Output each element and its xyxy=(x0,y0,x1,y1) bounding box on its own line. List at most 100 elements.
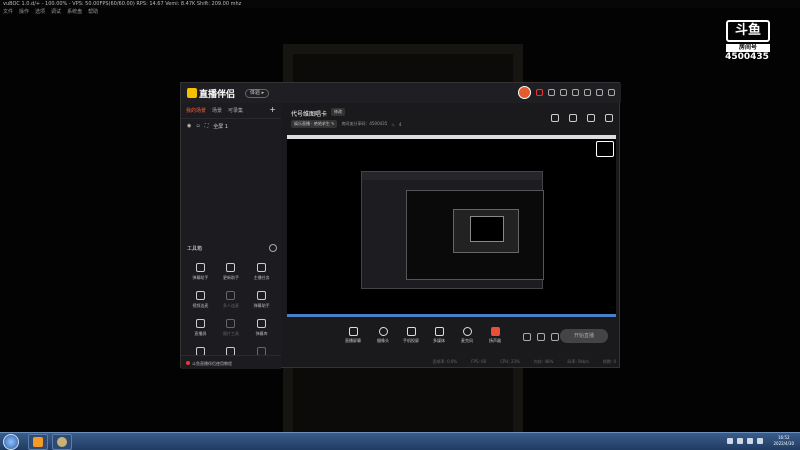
tool-item[interactable]: 弹幕库 xyxy=(246,319,277,337)
stream-preview[interactable] xyxy=(287,135,616,317)
control-label: 摄像头 xyxy=(377,338,389,343)
tray-flag-icon[interactable] xyxy=(727,438,734,444)
media-button[interactable]: 多媒体 xyxy=(427,327,451,344)
room-title: 代号维图唱卡 xyxy=(291,111,328,118)
sidebar: 我的场景 场景 可录集 + ◉ ▫ ⛶ 全屏 1 工具箱 弹幕助手 更新助手 主… xyxy=(181,103,281,369)
eye-icon[interactable]: ◉ xyxy=(187,123,191,130)
scene-tabs: 我的场景 场景 可录集 + xyxy=(181,103,281,119)
minimize-icon[interactable] xyxy=(584,89,591,96)
tool-label: 弹幕助手 xyxy=(253,303,270,308)
clock[interactable]: 16:52 2022/4/30 xyxy=(773,435,794,447)
tool-item[interactable]: 弹幕助手 xyxy=(185,263,216,281)
tool-item[interactable]: 多人连麦 xyxy=(216,291,247,309)
tool-icon xyxy=(195,263,205,272)
phone-cast-button[interactable]: 手机投屏 xyxy=(399,327,423,344)
message-icon[interactable] xyxy=(548,89,555,96)
tray-app-icon[interactable] xyxy=(757,438,764,444)
version-pill[interactable]: 体验 ▸ xyxy=(245,89,270,98)
taskbar: 16:52 2022/4/30 xyxy=(0,432,800,450)
play-icon xyxy=(434,327,444,336)
menu-item-file[interactable]: 文件 xyxy=(3,8,13,16)
tutorial-link[interactable]: 斗鱼直播伴侣使用教程 xyxy=(181,355,281,369)
scene-label: 全屏 1 xyxy=(213,124,229,130)
skin-icon[interactable] xyxy=(560,89,567,96)
settings-icon[interactable] xyxy=(551,333,559,341)
app-brand: 直播伴侣 xyxy=(187,87,235,100)
menu-item-system[interactable]: 系统盘 xyxy=(67,8,82,16)
menu-item-help[interactable]: 帮助 xyxy=(88,8,98,16)
speaker-icon xyxy=(490,327,500,336)
screen: vuBOC 1.0.d/+ - 100.00% - VPS: 50.00FPS(… xyxy=(0,0,800,450)
control-label: 扬声器 xyxy=(489,338,501,343)
image-icon[interactable] xyxy=(587,114,595,122)
tool-label: 图片工具 xyxy=(222,331,239,336)
control-label: 多媒体 xyxy=(433,338,445,343)
fans-count: 4 xyxy=(398,121,402,127)
gift-icon[interactable] xyxy=(536,89,543,96)
main-panel: 代号维图唱卡 修改 娱乐直播 · 绝地求生 ✎ 房间加分享码：4500435 ♨… xyxy=(281,103,621,369)
edit-room-button[interactable]: 修改 xyxy=(331,108,345,116)
start-live-button[interactable]: 开始直播 xyxy=(560,329,608,343)
tool-item[interactable]: 直播屏 xyxy=(185,319,216,337)
screen-capture-button[interactable]: 直播屏幕 xyxy=(341,327,365,344)
tab-scenes[interactable]: 场景 xyxy=(212,107,222,114)
status-fps: FPS: 60 xyxy=(471,359,487,364)
tray-volume-icon[interactable] xyxy=(747,438,754,444)
close-icon[interactable] xyxy=(608,89,615,96)
gift-box-icon[interactable] xyxy=(551,114,559,122)
tool-item[interactable]: 主播任务 xyxy=(246,263,277,281)
control-label: 手机投屏 xyxy=(403,338,419,343)
camera-button[interactable]: 摄像头 xyxy=(371,327,395,344)
speaker-button[interactable]: 扬声器 xyxy=(483,327,507,344)
header-actions xyxy=(518,86,615,99)
tutorial-label: 斗鱼直播伴侣使用教程 xyxy=(192,361,232,366)
microphone-button[interactable]: 麦克风 xyxy=(455,327,479,344)
toolbox-more-icon[interactable] xyxy=(269,244,277,252)
share-icon[interactable] xyxy=(605,114,613,122)
scene-item[interactable]: ◉ ▫ ⛶ 全屏 1 xyxy=(181,119,281,134)
tool-icon xyxy=(226,291,236,300)
phone-icon xyxy=(406,327,416,336)
monitor-icon xyxy=(348,327,358,336)
taskbar-app-streaming[interactable] xyxy=(28,434,48,450)
category-tag[interactable]: 娱乐直播 · 绝地求生 ✎ xyxy=(291,120,338,128)
menu-item-options[interactable]: 选项 xyxy=(35,8,45,16)
status-bitrate: 码率: 0kb/s xyxy=(567,359,589,364)
tab-recordings[interactable]: 可录集 xyxy=(228,107,243,114)
fullscreen-icon: ⛶ xyxy=(204,123,209,129)
watermark-room-id: 4500435 xyxy=(725,52,769,62)
streaming-app-window: 直播伴侣 体验 ▸ 我的场景 场景 可录集 + ◉ ▫ ⛶ 全屏 1 工具箱 弹… xyxy=(180,82,621,369)
maximize-icon[interactable] xyxy=(596,89,603,96)
tool-label: 直播屏 xyxy=(194,331,207,336)
watermark-logo: 斗鱼 房间号 4500435 xyxy=(725,20,770,62)
tray-network-icon[interactable] xyxy=(737,438,744,444)
effects-icon[interactable] xyxy=(537,333,545,341)
tool-item[interactable]: 更新助手 xyxy=(216,263,247,281)
menu-item-action[interactable]: 操作 xyxy=(19,8,29,16)
record-icon[interactable] xyxy=(523,333,531,341)
tool-label: 视频连麦 xyxy=(192,303,209,308)
status-cpu: CPU: 23% xyxy=(500,359,520,364)
tool-icon xyxy=(195,319,205,328)
app-header: 直播伴侣 体验 ▸ xyxy=(181,83,621,103)
source-controls: 直播屏幕 摄像头 手机投屏 多媒体 麦克风 扬声器 开始直播 xyxy=(287,325,616,351)
start-button[interactable] xyxy=(3,434,19,450)
lock-icon[interactable] xyxy=(569,114,577,122)
room-code: 房间加分享码：4500435 xyxy=(341,121,388,126)
preview-watermark xyxy=(596,141,614,157)
menu-item-debug[interactable]: 调试 xyxy=(51,8,61,16)
status-drop-rate: 丢帧率: 0.0% xyxy=(432,359,458,364)
tool-item[interactable]: 图片工具 xyxy=(216,319,247,337)
tool-item[interactable]: 视频连麦 xyxy=(185,291,216,309)
system-tray: 16:52 2022/4/30 xyxy=(727,435,794,447)
tab-my-scenes[interactable]: 我的场景 xyxy=(186,107,206,114)
status-bar: 丢帧率: 0.0% FPS: 60 CPU: 23% 内存: 48% 码率: 0… xyxy=(287,359,616,365)
tool-item[interactable]: 弹幕助手 xyxy=(246,291,277,309)
taskbar-app-player[interactable] xyxy=(52,434,72,450)
avatar[interactable] xyxy=(518,86,531,99)
lock-icon[interactable]: ▫ xyxy=(196,123,199,130)
menu-icon[interactable] xyxy=(572,89,579,96)
app-icon xyxy=(33,437,43,447)
add-scene-button[interactable]: + xyxy=(269,106,276,114)
microphone-icon xyxy=(462,327,472,336)
